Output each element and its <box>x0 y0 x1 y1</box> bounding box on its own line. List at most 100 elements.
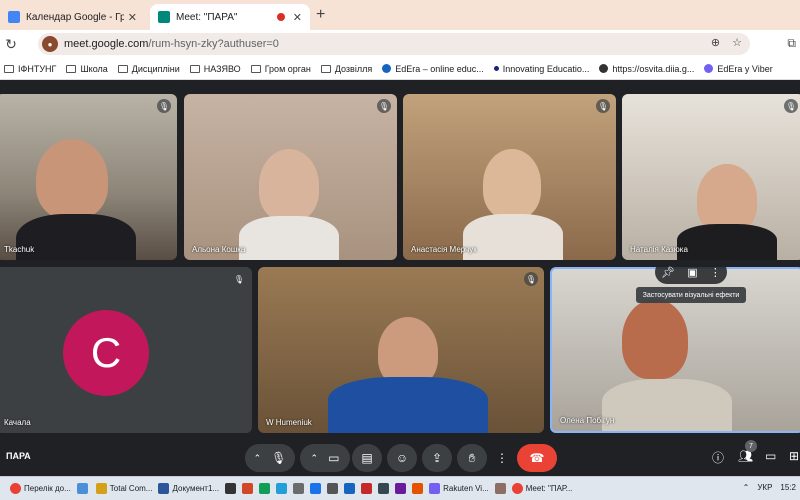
mic-off-icon: 🎙︎ <box>377 99 391 113</box>
present-button[interactable]: ⇪ <box>422 444 452 472</box>
bookmark-item[interactable]: Innovating Educatio... <box>493 64 589 74</box>
new-tab-button[interactable]: + <box>316 6 325 24</box>
mic-off-icon: 🎙︎ <box>784 99 798 113</box>
participant-tile[interactable]: 🎙︎ Tkachuk <box>0 94 177 260</box>
bookmark-item[interactable]: Гром орган <box>250 64 311 74</box>
meet-grid: 🎙︎ Tkachuk 🎙︎ Альона Кошка 🎙︎ Анастасія … <box>0 80 800 438</box>
participant-tile[interactable]: 🎙︎ W Humeniuk <box>258 267 544 433</box>
taskbar-item[interactable]: Total Com... <box>95 483 152 494</box>
taskbar-item[interactable]: Meet: "ПАР... <box>511 483 572 494</box>
bookmark-item[interactable]: Дозвілля <box>320 64 372 74</box>
folder-icon <box>189 64 200 73</box>
hand-icon: ✋︎ <box>468 450 476 465</box>
visual-effects-icon[interactable]: ▣ <box>687 266 697 279</box>
calendar-icon <box>8 11 20 23</box>
folder-icon <box>250 64 261 73</box>
bookmark-item[interactable]: EdEra у Viber <box>704 64 773 74</box>
reload-icon[interactable]: ↻ <box>0 36 22 53</box>
participant-name: Альона Кошка <box>192 245 246 254</box>
participant-tile[interactable]: 🎙︎ Наталія Казюка <box>622 94 800 260</box>
participant-video <box>259 149 319 221</box>
bookmark-item[interactable]: EdEra – online educ... <box>382 64 484 74</box>
camera-app-icon[interactable] <box>327 483 339 494</box>
tab-calendar[interactable]: Календар Google - Графік поч ✕ <box>0 4 145 30</box>
chevron-up-icon[interactable]: ⌃ <box>743 483 750 492</box>
mic-toggle-button[interactable]: ⌃ 🎙︎ <box>245 444 295 472</box>
url-path: /rum-hsyn-zky?authuser=0 <box>148 38 279 50</box>
folder-icon <box>117 64 128 73</box>
extensions-icon[interactable]: ⧉ <box>787 36 796 51</box>
bookmark-item[interactable]: Школа <box>66 64 108 74</box>
innovating-icon <box>493 66 499 71</box>
close-tab-icon[interactable]: ✕ <box>293 11 302 24</box>
mic-icon: 🎙︎ <box>271 451 287 465</box>
info-icon[interactable]: ⓘ <box>712 449 724 466</box>
emoji-button[interactable]: ☺ <box>387 444 417 472</box>
participant-video <box>36 139 108 219</box>
app-icon[interactable] <box>395 483 407 494</box>
more-options-button[interactable]: ⋮ <box>492 444 512 472</box>
app-icon[interactable] <box>494 483 506 494</box>
tab-title: Meet: "ПАРА" <box>176 11 238 23</box>
chat-icon[interactable]: ▭ <box>765 449 776 463</box>
participant-tile[interactable]: C 🎙︎ Качала <box>0 267 252 433</box>
tab-meet[interactable]: Meet: "ПАРА" ✕ <box>150 4 310 30</box>
lang-indicator[interactable]: УКР <box>757 483 772 492</box>
camera-toggle-button[interactable]: ⌃ ▭ <box>300 444 350 472</box>
app-icon[interactable] <box>76 483 88 494</box>
close-tab-icon[interactable]: ✕ <box>128 11 137 24</box>
app-icon[interactable] <box>293 483 305 494</box>
app-icon[interactable] <box>412 483 424 494</box>
powerpoint-icon[interactable] <box>242 483 254 494</box>
more-vert-icon: ⋮ <box>496 451 508 465</box>
chrome-icon <box>10 483 21 494</box>
chrome-icon <box>511 483 523 494</box>
zoom-icon[interactable]: ⊕ <box>711 36 720 49</box>
bookmarks-bar: ІФНТУНГ Школа Дисципліни НАЗЯВО Гром орг… <box>0 58 800 80</box>
bookmark-item[interactable]: https://osvita.diia.g... <box>599 64 694 74</box>
app-icon[interactable] <box>310 483 322 494</box>
activities-icon[interactable]: ⊞ <box>789 449 799 463</box>
end-call-button[interactable]: ☎ <box>517 444 557 472</box>
participant-name: Качала <box>4 418 31 427</box>
more-options-icon[interactable]: ⋮ <box>710 266 721 279</box>
taskbar-item[interactable]: Rakuten Vi... <box>429 483 489 494</box>
app-icon[interactable] <box>225 483 237 494</box>
captions-button[interactable]: ▤ <box>352 444 382 472</box>
app-icon[interactable] <box>259 483 271 494</box>
bookmark-item[interactable]: НАЗЯВО <box>189 64 241 74</box>
app-icon[interactable] <box>344 483 356 494</box>
taskbar-item[interactable]: Документ1... <box>158 483 219 494</box>
participant-count-badge: 7 <box>745 440 757 452</box>
taskbar-item[interactable]: Перелік до... <box>10 483 71 494</box>
recording-icon <box>276 13 285 21</box>
browser-toolbar: ↻ ● meet.google.com/rum-hsyn-zky?authuse… <box>0 30 800 58</box>
tab-strip: Календар Google - Графік поч ✕ Meet: "ПА… <box>0 0 800 30</box>
address-bar[interactable]: ● meet.google.com/rum-hsyn-zky?authuser=… <box>38 33 750 55</box>
avatar: C <box>63 310 149 396</box>
bookmark-item[interactable]: Дисципліни <box>117 64 180 74</box>
viber-icon <box>704 64 714 73</box>
telegram-icon[interactable] <box>276 483 288 494</box>
mic-off-icon: 🎙︎ <box>157 99 171 113</box>
bookmark-star-icon[interactable]: ☆ <box>732 36 742 49</box>
chevron-up-icon[interactable]: ⌃ <box>311 453 319 464</box>
participant-video <box>483 149 541 219</box>
globe-icon <box>599 64 609 73</box>
meet-icon <box>158 11 170 23</box>
chevron-up-icon[interactable]: ⌃ <box>254 453 262 464</box>
clock[interactable]: 15:2 <box>780 483 796 492</box>
participant-name: Анастасія Мерчук <box>411 245 477 254</box>
mic-off-icon: 🎙︎ <box>596 99 610 113</box>
participant-tile[interactable]: 🎙︎ Анастасія Мерчук <box>403 94 616 260</box>
participant-tile[interactable]: 🎙︎ Альона Кошка <box>184 94 397 260</box>
bookmark-item[interactable]: ІФНТУНГ <box>4 64 56 74</box>
pin-icon[interactable]: 📌︎ <box>661 266 675 279</box>
site-info-icon[interactable]: ● <box>42 36 58 52</box>
app-icon[interactable] <box>361 483 373 494</box>
raise-hand-button[interactable]: ✋︎ <box>457 444 487 472</box>
meeting-title: ПАРА <box>6 451 31 461</box>
participant-video <box>622 299 688 379</box>
app-icon[interactable] <box>378 483 390 494</box>
participant-name: Олена Побігун <box>560 416 615 425</box>
